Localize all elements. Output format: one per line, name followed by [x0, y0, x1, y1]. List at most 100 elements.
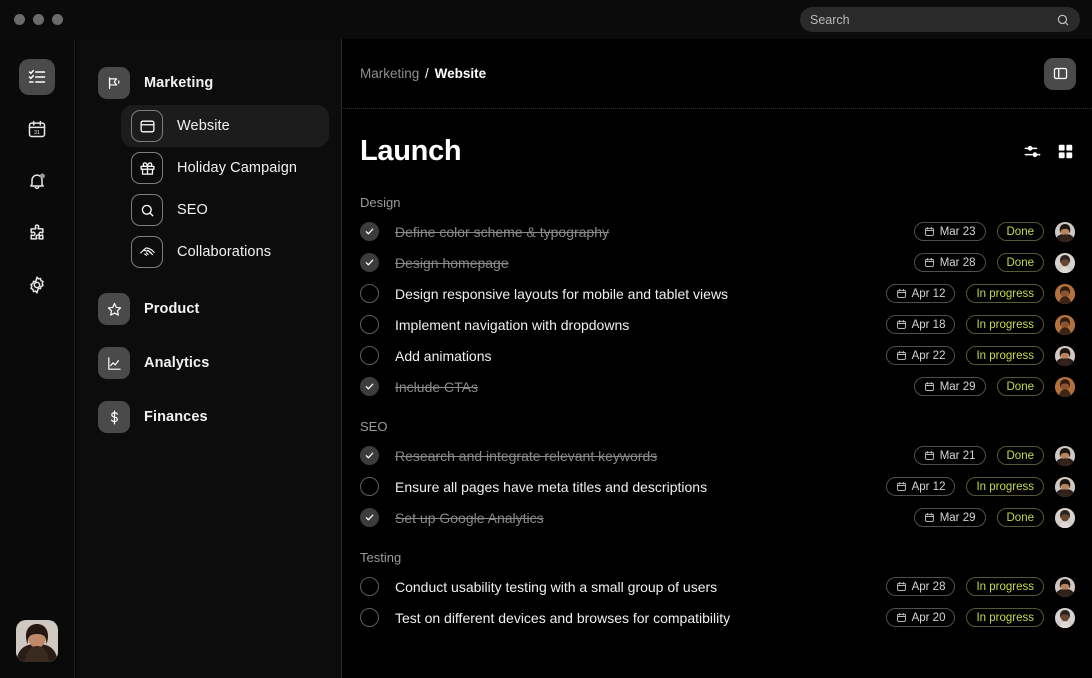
window-controls[interactable] — [0, 14, 63, 25]
status-badge[interactable]: In progress — [966, 284, 1044, 303]
sidebar-item-seo[interactable]: SEO — [121, 189, 329, 231]
due-date-label: Mar 29 — [940, 512, 976, 524]
task-row[interactable]: Design homepageMar 28Done — [360, 247, 1075, 278]
task-name: Set up Google Analytics — [395, 510, 544, 526]
sidebar-item-analytics[interactable]: Analytics — [88, 341, 329, 385]
due-date-badge[interactable]: Mar 28 — [914, 253, 986, 272]
task-row[interactable]: Set up Google Analytics Mar 29 Done — [360, 502, 1075, 533]
page-title-row: Launch — [343, 109, 1092, 168]
svg-text:31: 31 — [34, 130, 40, 136]
task-meta: Mar 29 Done — [914, 508, 1075, 528]
page-title: Launch — [360, 135, 461, 168]
status-badge[interactable]: In progress — [966, 477, 1044, 496]
due-date-badge[interactable]: Apr 12 — [886, 284, 956, 303]
task-meta: Mar 29 Done — [914, 377, 1075, 397]
calendar-icon — [924, 512, 935, 523]
due-date-label: Apr 22 — [912, 350, 946, 362]
status-badge[interactable]: Done — [997, 222, 1045, 241]
task-row[interactable]: Ensure all pages have meta titles and de… — [360, 471, 1075, 502]
assignee-avatar[interactable] — [1055, 446, 1075, 466]
sidebar-item-product[interactable]: Product — [88, 287, 329, 331]
due-date-badge[interactable]: Mar 29 — [914, 508, 986, 527]
breadcrumb-current: Website — [435, 66, 487, 81]
status-label: In progress — [976, 350, 1034, 362]
status-badge[interactable]: Done — [997, 446, 1045, 465]
minimize-button[interactable] — [33, 14, 44, 25]
assignee-avatar[interactable] — [1055, 315, 1075, 335]
status-badge[interactable]: In progress — [966, 608, 1044, 627]
assignee-avatar[interactable] — [1055, 377, 1075, 397]
sidebar-item-website[interactable]: Website — [121, 105, 329, 147]
task-row[interactable]: Test on different devices and browses fo… — [360, 602, 1075, 633]
sidebar-label-website: Website — [177, 118, 230, 134]
avatar-image — [1055, 477, 1075, 497]
task-row[interactable]: Conduct usability testing with a small g… — [360, 571, 1075, 602]
task-checkbox[interactable] — [360, 222, 379, 241]
task-checkbox[interactable] — [360, 346, 379, 365]
task-checkbox[interactable] — [360, 446, 379, 465]
task-meta: Mar 21 Done — [914, 446, 1075, 466]
status-badge[interactable]: In progress — [966, 315, 1044, 334]
check-icon — [364, 226, 375, 237]
due-date-badge[interactable]: Apr 18 — [886, 315, 956, 334]
maximize-button[interactable] — [52, 14, 63, 25]
sidebar-item-holiday-campaign[interactable]: Holiday Campaign — [121, 147, 329, 189]
task-row[interactable]: Research and integrate relevant keywords… — [360, 440, 1075, 471]
task-checkbox[interactable] — [360, 608, 379, 627]
status-badge[interactable]: In progress — [966, 577, 1044, 596]
task-checkbox[interactable] — [360, 508, 379, 527]
rail-item-notifications[interactable] — [19, 163, 55, 199]
assignee-avatar[interactable] — [1055, 222, 1075, 242]
rail-item-tasks[interactable] — [19, 59, 55, 95]
rail-item-calendar[interactable]: 31 — [19, 111, 55, 147]
rail-item-settings[interactable] — [19, 267, 55, 303]
task-checkbox[interactable] — [360, 253, 379, 272]
status-badge[interactable]: In progress — [966, 346, 1044, 365]
status-badge[interactable]: Done — [997, 377, 1045, 396]
task-checkbox[interactable] — [360, 377, 379, 396]
task-row[interactable]: Implement navigation with dropdownsApr 1… — [360, 309, 1075, 340]
sidebar-item-finances[interactable]: Finances — [88, 395, 329, 439]
assignee-avatar[interactable] — [1055, 253, 1075, 273]
assignee-avatar[interactable] — [1055, 508, 1075, 528]
task-row[interactable]: Add animationsApr 22In progress — [360, 340, 1075, 371]
user-avatar[interactable] — [16, 620, 58, 662]
sidebar-item-collaborations[interactable]: Collaborations — [121, 231, 329, 273]
status-label: Done — [1007, 450, 1035, 462]
search-bar[interactable] — [800, 7, 1080, 32]
task-checkbox[interactable] — [360, 315, 379, 334]
task-checkbox[interactable] — [360, 284, 379, 303]
task-row[interactable]: Include CTAsMar 29Done — [360, 371, 1075, 402]
due-date-badge[interactable]: Mar 29 — [914, 377, 986, 396]
task-name: Test on different devices and browses fo… — [395, 610, 730, 626]
task-row[interactable]: Design responsive layouts for mobile and… — [360, 278, 1075, 309]
task-checkbox[interactable] — [360, 577, 379, 596]
sliders-icon[interactable] — [1023, 142, 1042, 161]
status-label: Done — [1007, 226, 1035, 238]
assignee-avatar[interactable] — [1055, 477, 1075, 497]
due-date-badge[interactable]: Apr 20 — [886, 608, 956, 627]
sidebar-label-collaborations: Collaborations — [177, 244, 271, 260]
task-checkbox[interactable] — [360, 477, 379, 496]
assignee-avatar[interactable] — [1055, 577, 1075, 597]
breadcrumb-parent[interactable]: Marketing — [360, 66, 419, 81]
sidebar-item-marketing[interactable]: Marketing — [88, 61, 329, 105]
due-date-badge[interactable]: Mar 21 — [914, 446, 986, 465]
search-input[interactable] — [810, 13, 1056, 27]
assignee-avatar[interactable] — [1055, 608, 1075, 628]
assignee-avatar[interactable] — [1055, 346, 1075, 366]
task-row[interactable]: Define color scheme & typographyMar 23Do… — [360, 216, 1075, 247]
due-date-badge[interactable]: Apr 12 — [886, 477, 956, 496]
assignee-avatar[interactable] — [1055, 284, 1075, 304]
rail-item-integrations[interactable] — [19, 215, 55, 251]
due-date-badge[interactable]: Mar 23 — [914, 222, 986, 241]
close-button[interactable] — [14, 14, 25, 25]
due-date-badge[interactable]: Apr 28 — [886, 577, 956, 596]
task-section: DesignDefine color scheme & typographyMa… — [360, 195, 1075, 402]
grid-icon[interactable] — [1056, 142, 1075, 161]
status-badge[interactable]: Done — [997, 508, 1045, 527]
panel-toggle-button[interactable] — [1044, 58, 1076, 90]
due-date-badge[interactable]: Apr 22 — [886, 346, 956, 365]
status-badge[interactable]: Done — [997, 253, 1045, 272]
calendar-icon — [896, 581, 907, 592]
